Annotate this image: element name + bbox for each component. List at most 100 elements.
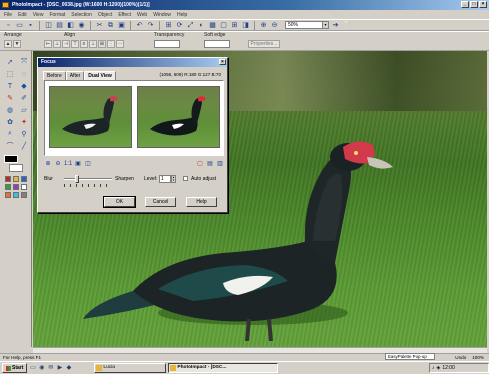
menu-file[interactable]: File (4, 12, 12, 18)
menu-web[interactable]: Web (137, 12, 147, 18)
tab-dual-view[interactable]: Dual View (84, 71, 116, 80)
eraser-tool-icon[interactable]: ▱ (18, 105, 30, 115)
preview-before[interactable] (49, 86, 132, 148)
crop-icon[interactable]: ⊞ (164, 21, 173, 30)
cancel-button[interactable]: Cancel (145, 197, 176, 207)
ok-button[interactable]: OK (103, 196, 136, 208)
layer-icon[interactable]: ▦ (208, 21, 217, 30)
auto-adjust-checkbox[interactable] (183, 176, 188, 181)
hand-pan-icon[interactable]: ◫ (84, 160, 92, 168)
level-input[interactable]: 1 (159, 175, 171, 183)
open-folder-icon[interactable]: ▭ (15, 21, 24, 30)
frame-icon[interactable]: ▢ (219, 21, 228, 30)
palette-swatch[interactable] (13, 176, 19, 182)
align-bottom-icon[interactable]: ⊥ (89, 40, 97, 48)
align-left-icon[interactable]: ⊢ (44, 40, 52, 48)
volume-icon[interactable]: ♪ (432, 365, 435, 371)
task-photoimpact[interactable]: PhotoImpact - [DSC... (168, 363, 279, 373)
focus-slider-thumb[interactable] (75, 175, 79, 183)
minimize-button[interactable]: _ (461, 1, 469, 8)
network-icon[interactable]: ◈ (437, 365, 441, 371)
new-file-icon[interactable]: ▫ (4, 21, 13, 30)
align-right-icon[interactable]: ⊣ (62, 40, 70, 48)
rotate-icon[interactable]: ⟳ (175, 21, 184, 30)
text-tool-icon[interactable]: T (4, 81, 16, 91)
zoom-dropdown-arrow-icon[interactable]: ▾ (322, 22, 328, 28)
align-both-icon[interactable]: ⊞ (98, 40, 106, 48)
maximize-button[interactable]: □ (470, 1, 478, 8)
path-tool-icon[interactable]: ⌒ (4, 141, 16, 151)
menu-format[interactable]: Format (49, 12, 65, 18)
palette-swatch[interactable] (5, 192, 11, 198)
transform-tool-icon[interactable]: ⤧ (18, 57, 30, 67)
actual-size-icon[interactable]: 1:1 (64, 160, 72, 168)
palette-swatch[interactable] (13, 192, 19, 198)
redo-icon[interactable]: ↷ (146, 21, 155, 30)
foreground-color-swatch[interactable] (4, 155, 18, 163)
task-lucia[interactable]: Lucia (94, 363, 167, 373)
fit-window-icon[interactable]: ▣ (74, 160, 82, 168)
zoom-in-icon[interactable]: ⊕ (259, 21, 268, 30)
save-icon[interactable]: ▪ (26, 21, 35, 30)
preview-after[interactable] (137, 86, 220, 148)
menu-window[interactable]: Window (153, 12, 171, 18)
menu-selection[interactable]: Selection (71, 12, 92, 18)
align-distribute-icon[interactable]: ⋮ (107, 40, 115, 48)
undo-icon[interactable]: ↶ (135, 21, 144, 30)
dialog-title-bar[interactable]: Focus × (38, 58, 227, 67)
align-spacing-icon[interactable]: ⋯ (116, 40, 124, 48)
transparency-field[interactable] (154, 40, 180, 48)
lasso-tool-icon[interactable]: ◌ (18, 69, 30, 79)
retouch-tool-icon[interactable]: ✦ (18, 117, 30, 127)
palette-swatch[interactable] (13, 184, 19, 190)
clock[interactable]: 12:00 (442, 365, 455, 371)
close-button[interactable]: × (479, 1, 487, 8)
photoimpact-app-icon[interactable] (2, 2, 9, 8)
resize-icon[interactable]: ⤢ (186, 21, 195, 30)
menu-effect[interactable]: Effect (118, 12, 131, 18)
line-tool-icon[interactable]: ╱ (18, 141, 30, 151)
shape-tool-icon[interactable]: ◆ (18, 81, 30, 91)
align-center-icon[interactable]: ⊥ (53, 40, 61, 48)
arrange-front-icon[interactable]: ▲ (4, 40, 12, 48)
color-icon[interactable]: ◐ (197, 21, 206, 30)
app-icon[interactable]: ◆ (65, 365, 72, 372)
zoom-out-icon[interactable]: ⊖ (54, 160, 62, 168)
favorites-icon[interactable]: ▤ (206, 160, 214, 168)
background-color-swatch[interactable] (9, 164, 23, 172)
properties-button[interactable]: Properties... (248, 40, 280, 48)
soft-edge-field[interactable] (204, 40, 230, 48)
stamp-tool-icon[interactable]: ✿ (4, 117, 16, 127)
align-top-icon[interactable]: ⊤ (71, 40, 79, 48)
focus-slider[interactable] (64, 175, 112, 183)
menu-edit[interactable]: Edit (18, 12, 27, 18)
grid-icon[interactable]: ⊞ (230, 21, 239, 30)
menu-object[interactable]: Object (98, 12, 112, 18)
start-button[interactable]: Start (2, 363, 28, 373)
easypalette-dropdown[interactable]: EasyPalette Pop-up (385, 353, 435, 360)
tab-before[interactable]: Before (43, 71, 66, 80)
palette-swatch[interactable] (21, 184, 27, 190)
dialog-close-button[interactable]: × (219, 59, 226, 65)
mail-icon[interactable]: ✉ (47, 365, 54, 372)
paste-icon[interactable]: ▣ (117, 21, 126, 30)
desktop-icon[interactable]: ▭ (29, 365, 36, 372)
palette-swatch[interactable] (5, 176, 11, 182)
eyedropper-tool-icon[interactable]: ⚲ (18, 129, 30, 139)
menu-help[interactable]: Help (177, 12, 187, 18)
help-button[interactable]: Help (186, 197, 217, 207)
arrow-right-icon[interactable]: ➔ (331, 21, 340, 30)
palette-swatch[interactable] (5, 184, 11, 190)
level-spinner-icon[interactable]: ▴ ▾ (171, 175, 176, 183)
cut-icon[interactable]: ✂ (95, 21, 104, 30)
reset-icon[interactable]: ▢ (196, 160, 204, 168)
print-icon[interactable]: ▤ (55, 21, 64, 30)
palette-swatch[interactable] (21, 192, 27, 198)
zoom-tool-icon[interactable]: ⌕ (4, 129, 16, 139)
panel-icon[interactable]: ◨ (241, 21, 250, 30)
align-middle-icon[interactable]: ≡ (80, 40, 88, 48)
tab-after[interactable]: After (65, 71, 85, 80)
arrange-back-icon[interactable]: ▼ (13, 40, 21, 48)
options-icon[interactable]: ▥ (216, 160, 224, 168)
copy-icon[interactable]: ⧉ (106, 21, 115, 30)
